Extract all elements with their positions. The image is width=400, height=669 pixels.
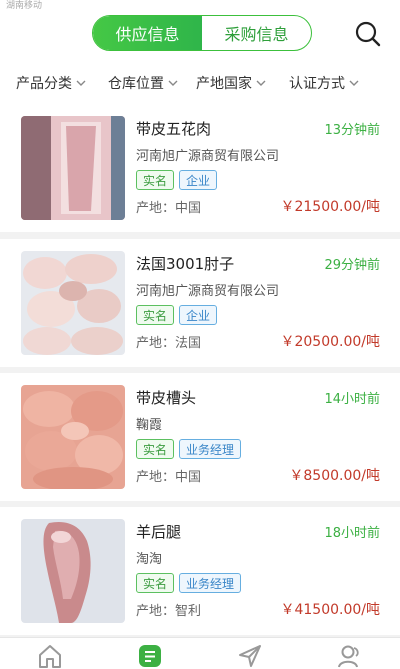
- chevron-down-icon: [168, 80, 178, 86]
- filter-warehouse-location[interactable]: 仓库位置: [108, 68, 179, 98]
- product-image: [21, 385, 125, 489]
- chevron-down-icon: [256, 80, 266, 86]
- price: ￥21500.00/吨: [280, 199, 380, 215]
- seller-name: 鞠霞: [136, 418, 163, 433]
- list-item[interactable]: 带皮槽头 14小时前 鞠霞 实名 业务经理 产地：中国 ￥8500.00/吨: [0, 373, 400, 501]
- bottom-tab-bar: [0, 637, 400, 669]
- list-item[interactable]: 带皮五花肉 13分钟前 河南旭广源商贸有限公司 实名 企业 产地：中国 ￥215…: [0, 104, 400, 232]
- product-title: 带皮五花肉: [136, 120, 212, 138]
- filter-certification[interactable]: 认证方式: [289, 68, 360, 98]
- product-title: 带皮槽头: [136, 389, 197, 407]
- tab-supply[interactable]: 供应信息: [93, 16, 202, 50]
- seller-name: 河南旭广源商贸有限公司: [136, 284, 280, 299]
- post-time: 18小时前: [324, 526, 380, 541]
- seller-type-badge: 企业: [179, 170, 218, 190]
- list-item[interactable]: 羊后腿 18小时前 淘淘 实名 业务经理 产地：智利 ￥41500.00/吨: [0, 507, 400, 635]
- user-icon[interactable]: [336, 642, 364, 669]
- filter-label: 产品分类: [16, 76, 72, 92]
- list-item[interactable]: 法国3001肘子 29分钟前 河南旭广源商贸有限公司 实名 企业 产地：法国 ￥…: [0, 239, 400, 367]
- seller-type-badge: 企业: [179, 305, 218, 325]
- product-image: [21, 519, 125, 623]
- tab-purchase[interactable]: 采购信息: [202, 16, 311, 50]
- seller-name: 河南旭广源商贸有限公司: [136, 149, 280, 164]
- verified-badge: 实名: [136, 305, 175, 325]
- search-icon[interactable]: [354, 20, 382, 48]
- verified-badge: 实名: [136, 439, 175, 459]
- home-icon[interactable]: [36, 642, 64, 669]
- price: ￥41500.00/吨: [280, 602, 380, 618]
- seller-name: 淘淘: [136, 552, 163, 567]
- product-image: [21, 116, 125, 220]
- post-time: 14小时前: [324, 392, 380, 407]
- product-image: [21, 251, 125, 355]
- badge-group: 实名 业务经理: [136, 573, 242, 593]
- chevron-down-icon: [349, 80, 359, 86]
- filter-label: 产地国家: [196, 76, 252, 92]
- filter-label: 认证方式: [289, 76, 345, 92]
- seller-type-badge: 业务经理: [179, 573, 242, 593]
- send-icon[interactable]: [236, 642, 264, 669]
- price: ￥20500.00/吨: [280, 334, 380, 350]
- filter-product-category[interactable]: 产品分类: [16, 68, 87, 98]
- post-time: 29分钟前: [324, 258, 380, 273]
- status-carrier: 湖南移动: [6, 1, 43, 11]
- origin-country: 产地：中国: [136, 201, 202, 216]
- badge-group: 实名 业务经理: [136, 439, 242, 459]
- verified-badge: 实名: [136, 170, 175, 190]
- post-time: 13分钟前: [324, 123, 380, 138]
- badge-group: 实名 企业: [136, 170, 218, 190]
- origin-country: 产地：法国: [136, 336, 202, 351]
- filter-label: 仓库位置: [108, 76, 164, 92]
- segmented-control: 供应信息 采购信息: [92, 15, 312, 51]
- chevron-down-icon: [76, 80, 86, 86]
- header: 湖南移动 供应信息 采购信息 产品分类 仓库位置 产地国家 认证方式: [0, 0, 400, 116]
- filter-bar: 产品分类 仓库位置 产地国家 认证方式: [0, 68, 400, 98]
- verified-badge: 实名: [136, 573, 175, 593]
- price: ￥8500.00/吨: [289, 468, 380, 484]
- origin-country: 产地：中国: [136, 470, 202, 485]
- badge-group: 实名 企业: [136, 305, 218, 325]
- origin-country: 产地：智利: [136, 604, 202, 619]
- list-icon[interactable]: [136, 642, 164, 669]
- filter-origin-country[interactable]: 产地国家: [196, 68, 267, 98]
- product-title: 羊后腿: [136, 523, 182, 541]
- seller-type-badge: 业务经理: [179, 439, 242, 459]
- product-title: 法国3001肘子: [136, 255, 235, 273]
